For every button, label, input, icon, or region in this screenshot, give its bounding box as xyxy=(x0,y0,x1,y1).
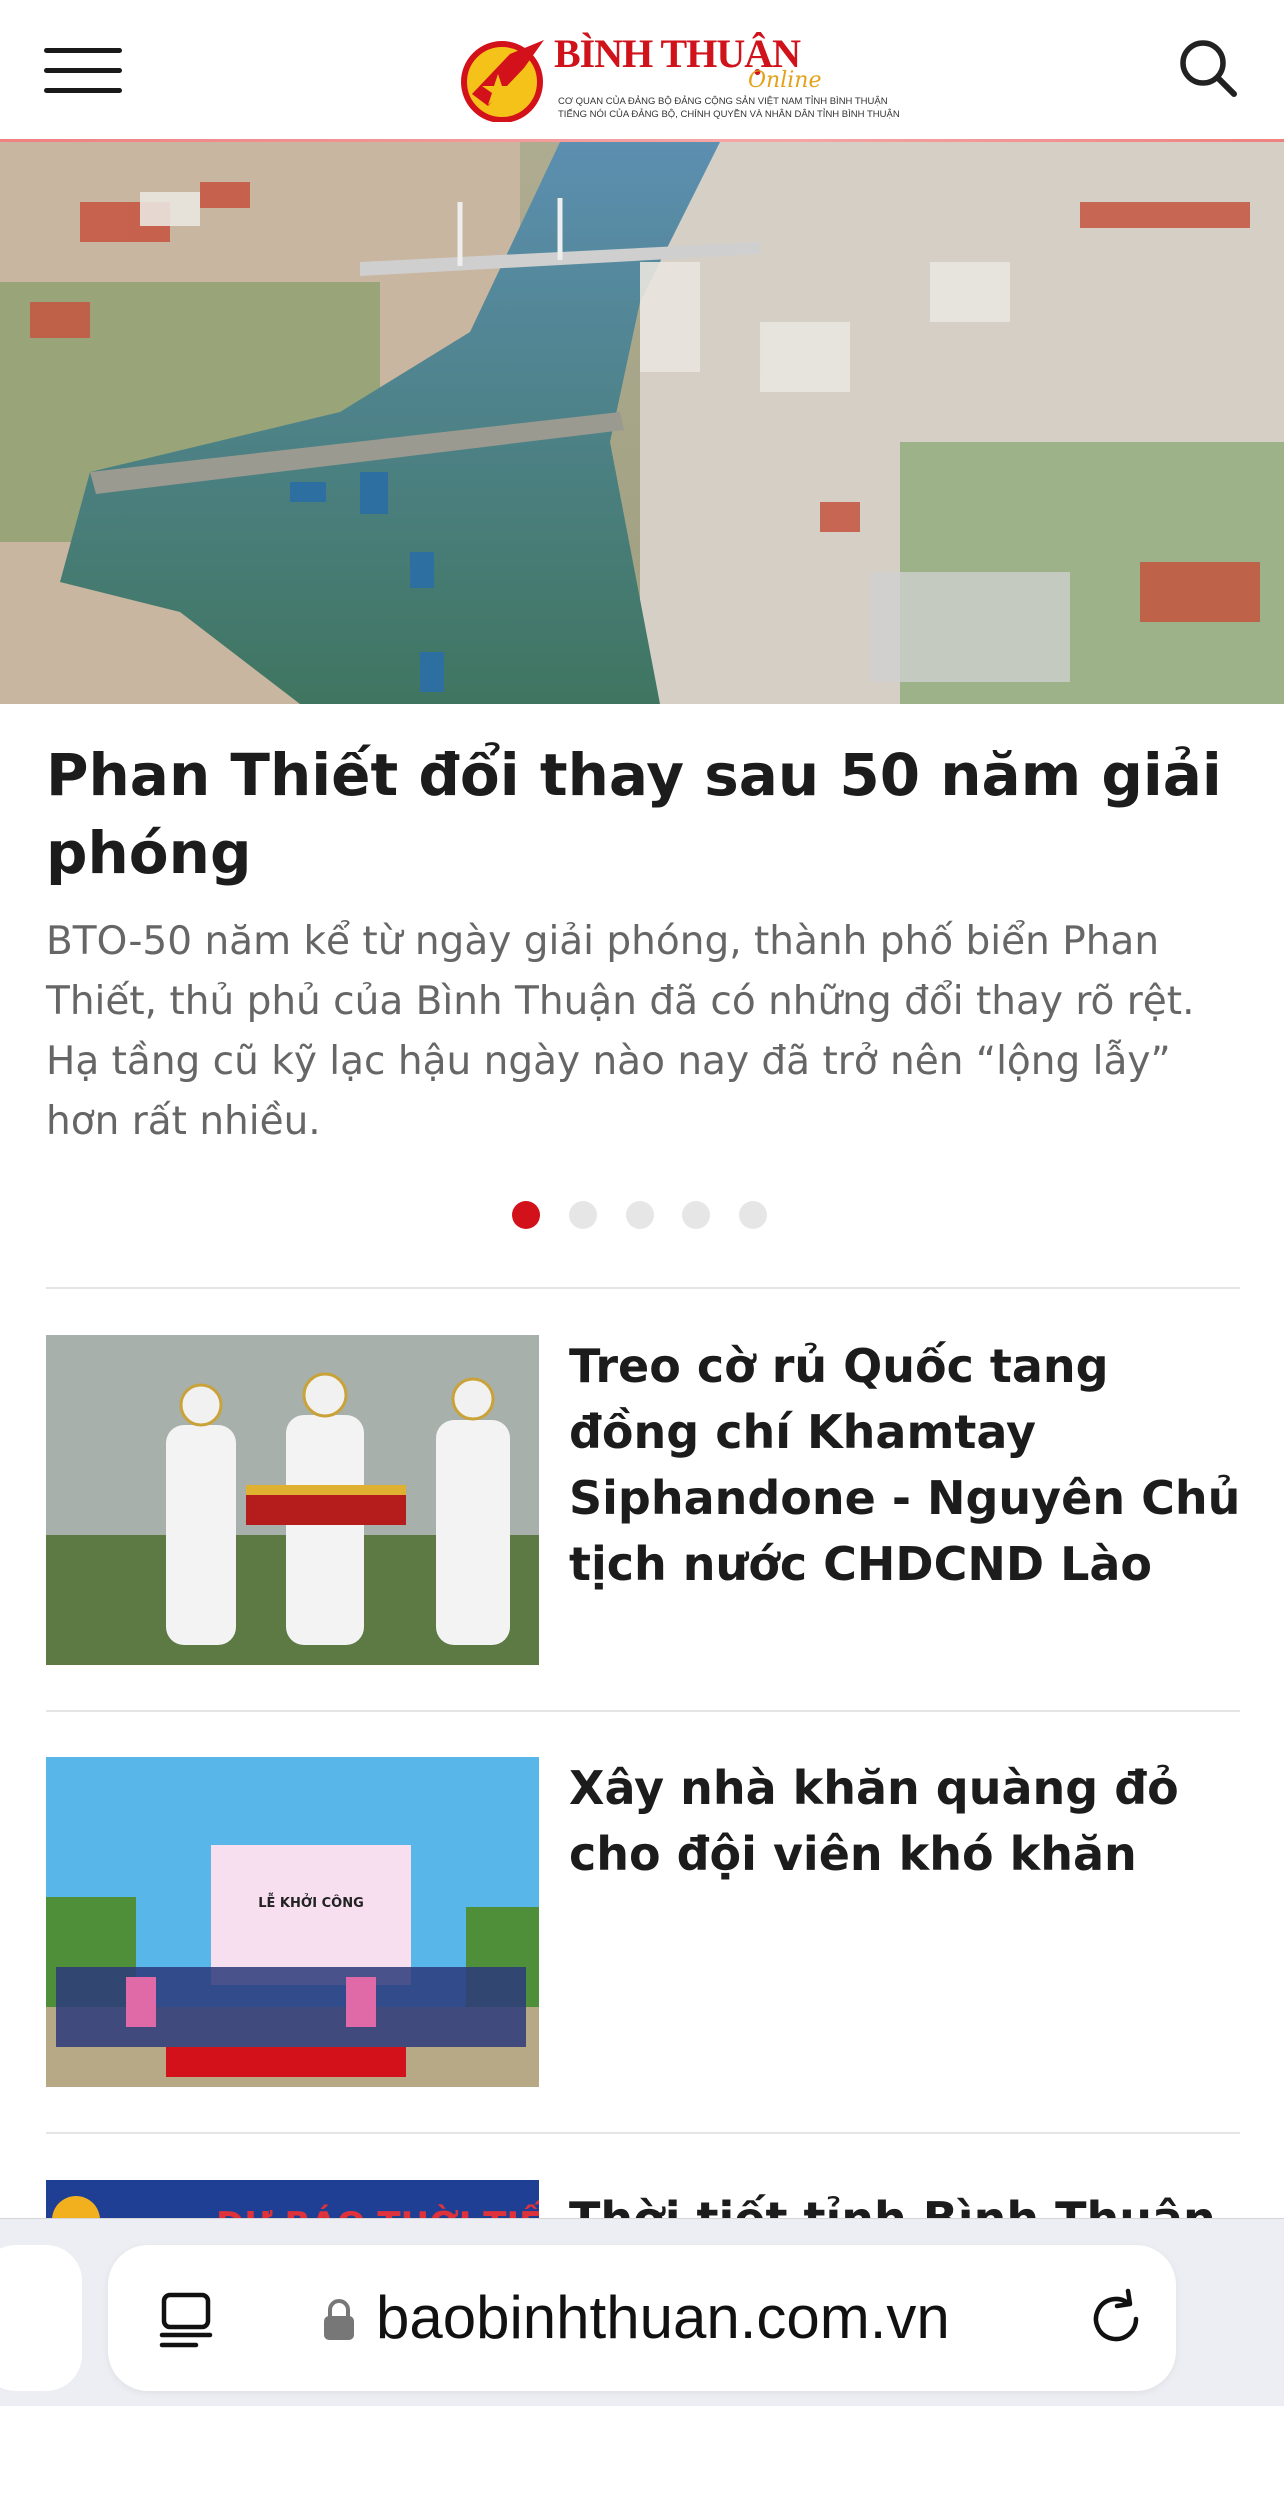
article-thumbnail[interactable]: LỄ KHỞI CÔNG xyxy=(46,1757,539,2087)
carousel-dot-1[interactable] xyxy=(512,1201,540,1229)
logo-online: Online xyxy=(748,68,822,93)
url-text[interactable]: baobinhthuan.com.vn xyxy=(376,2283,950,2352)
article-title[interactable]: Treo cờ rủ Quốc tang đồng chí Khamtay Si… xyxy=(569,1333,1249,1597)
carousel-dot-4[interactable] xyxy=(682,1201,710,1229)
lock-icon xyxy=(324,2299,354,2340)
section-divider xyxy=(46,1287,1240,1289)
reader-mode-icon[interactable] xyxy=(156,2289,216,2349)
featured-article-summary: BTO-50 năm kể từ ngày giải phóng, thành … xyxy=(46,919,1195,1144)
list-item[interactable]: LỄ KHỞI CÔNG Xây nhà khăn quàng đỏ cho đ… xyxy=(46,1757,1240,2087)
site-header: BÌNH THUẬN Online CƠ QUAN CỦA ĐẢNG BỘ ĐẢ… xyxy=(0,0,1284,143)
logo-subtitle-1: CƠ QUAN CỦA ĐẢNG BỘ ĐẢNG CỘNG SẢN VIỆT N… xyxy=(558,96,888,107)
reload-icon[interactable] xyxy=(1084,2287,1148,2351)
address-bar[interactable]: baobinhthuan.com.vn xyxy=(108,2245,1176,2391)
thumbnail-banner-text: LỄ KHỞI CÔNG xyxy=(258,1894,364,1911)
article-thumbnail[interactable] xyxy=(46,1335,539,1665)
previous-tab-preview[interactable] xyxy=(0,2245,82,2391)
logo-emblem-icon xyxy=(461,40,544,122)
carousel-dot-2[interactable] xyxy=(569,1201,597,1229)
carousel-dot-3[interactable] xyxy=(626,1201,654,1229)
logo-subtitle-2: TIẾNG NÓI CỦA ĐẢNG BỘ, CHÍNH QUYỀN VÀ NH… xyxy=(558,109,900,120)
article-title[interactable]: Xây nhà khăn quàng đỏ cho đội viên khó k… xyxy=(569,1755,1249,1887)
list-item[interactable]: Treo cờ rủ Quốc tang đồng chí Khamtay Si… xyxy=(46,1335,1240,1665)
featured-article-image[interactable] xyxy=(0,142,1284,704)
carousel-dot-5[interactable] xyxy=(739,1201,767,1229)
section-divider xyxy=(46,1710,1240,1712)
section-divider xyxy=(46,2132,1240,2134)
hamburger-menu-icon[interactable] xyxy=(44,46,124,96)
site-logo[interactable]: BÌNH THUẬN Online CƠ QUAN CỦA ĐẢNG BỘ ĐẢ… xyxy=(458,26,900,126)
browser-toolbar: baobinhthuan.com.vn xyxy=(0,2218,1284,2406)
carousel-pagination xyxy=(512,1201,792,1231)
search-icon[interactable] xyxy=(1176,36,1240,100)
featured-article-title[interactable]: Phan Thiết đổi thay sau 50 năm giải phón… xyxy=(46,736,1236,892)
